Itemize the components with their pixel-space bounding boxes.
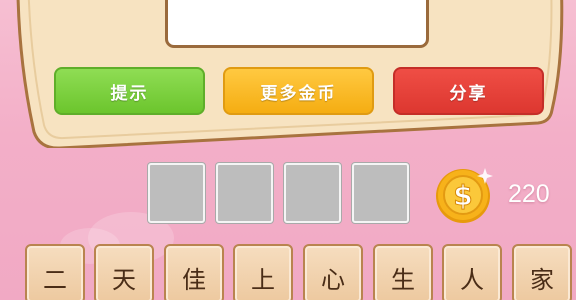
question-image-box bbox=[165, 0, 429, 48]
letter-tile[interactable]: 天 bbox=[94, 244, 154, 300]
letter-tile[interactable]: 上 bbox=[233, 244, 293, 300]
letter-tile[interactable]: 人 bbox=[442, 244, 502, 300]
letter-tile[interactable]: 二 bbox=[25, 244, 85, 300]
more-coins-button[interactable]: 更多金币 bbox=[223, 67, 374, 115]
coin-symbol: $ bbox=[453, 179, 472, 212]
answer-slot[interactable] bbox=[216, 163, 273, 223]
hint-button[interactable]: 提示 bbox=[54, 67, 205, 115]
letter-tile[interactable]: 心 bbox=[303, 244, 363, 300]
answer-slot[interactable] bbox=[284, 163, 341, 223]
letter-tile[interactable]: 生 bbox=[373, 244, 433, 300]
coin-icon: $ bbox=[433, 162, 497, 226]
answer-slot[interactable] bbox=[148, 163, 205, 223]
answer-slot[interactable] bbox=[352, 163, 409, 223]
letter-tile[interactable]: 家 bbox=[512, 244, 572, 300]
coin-count: 220 bbox=[508, 180, 550, 208]
share-button[interactable]: 分享 bbox=[393, 67, 544, 115]
letter-tile[interactable]: 佳 bbox=[164, 244, 224, 300]
